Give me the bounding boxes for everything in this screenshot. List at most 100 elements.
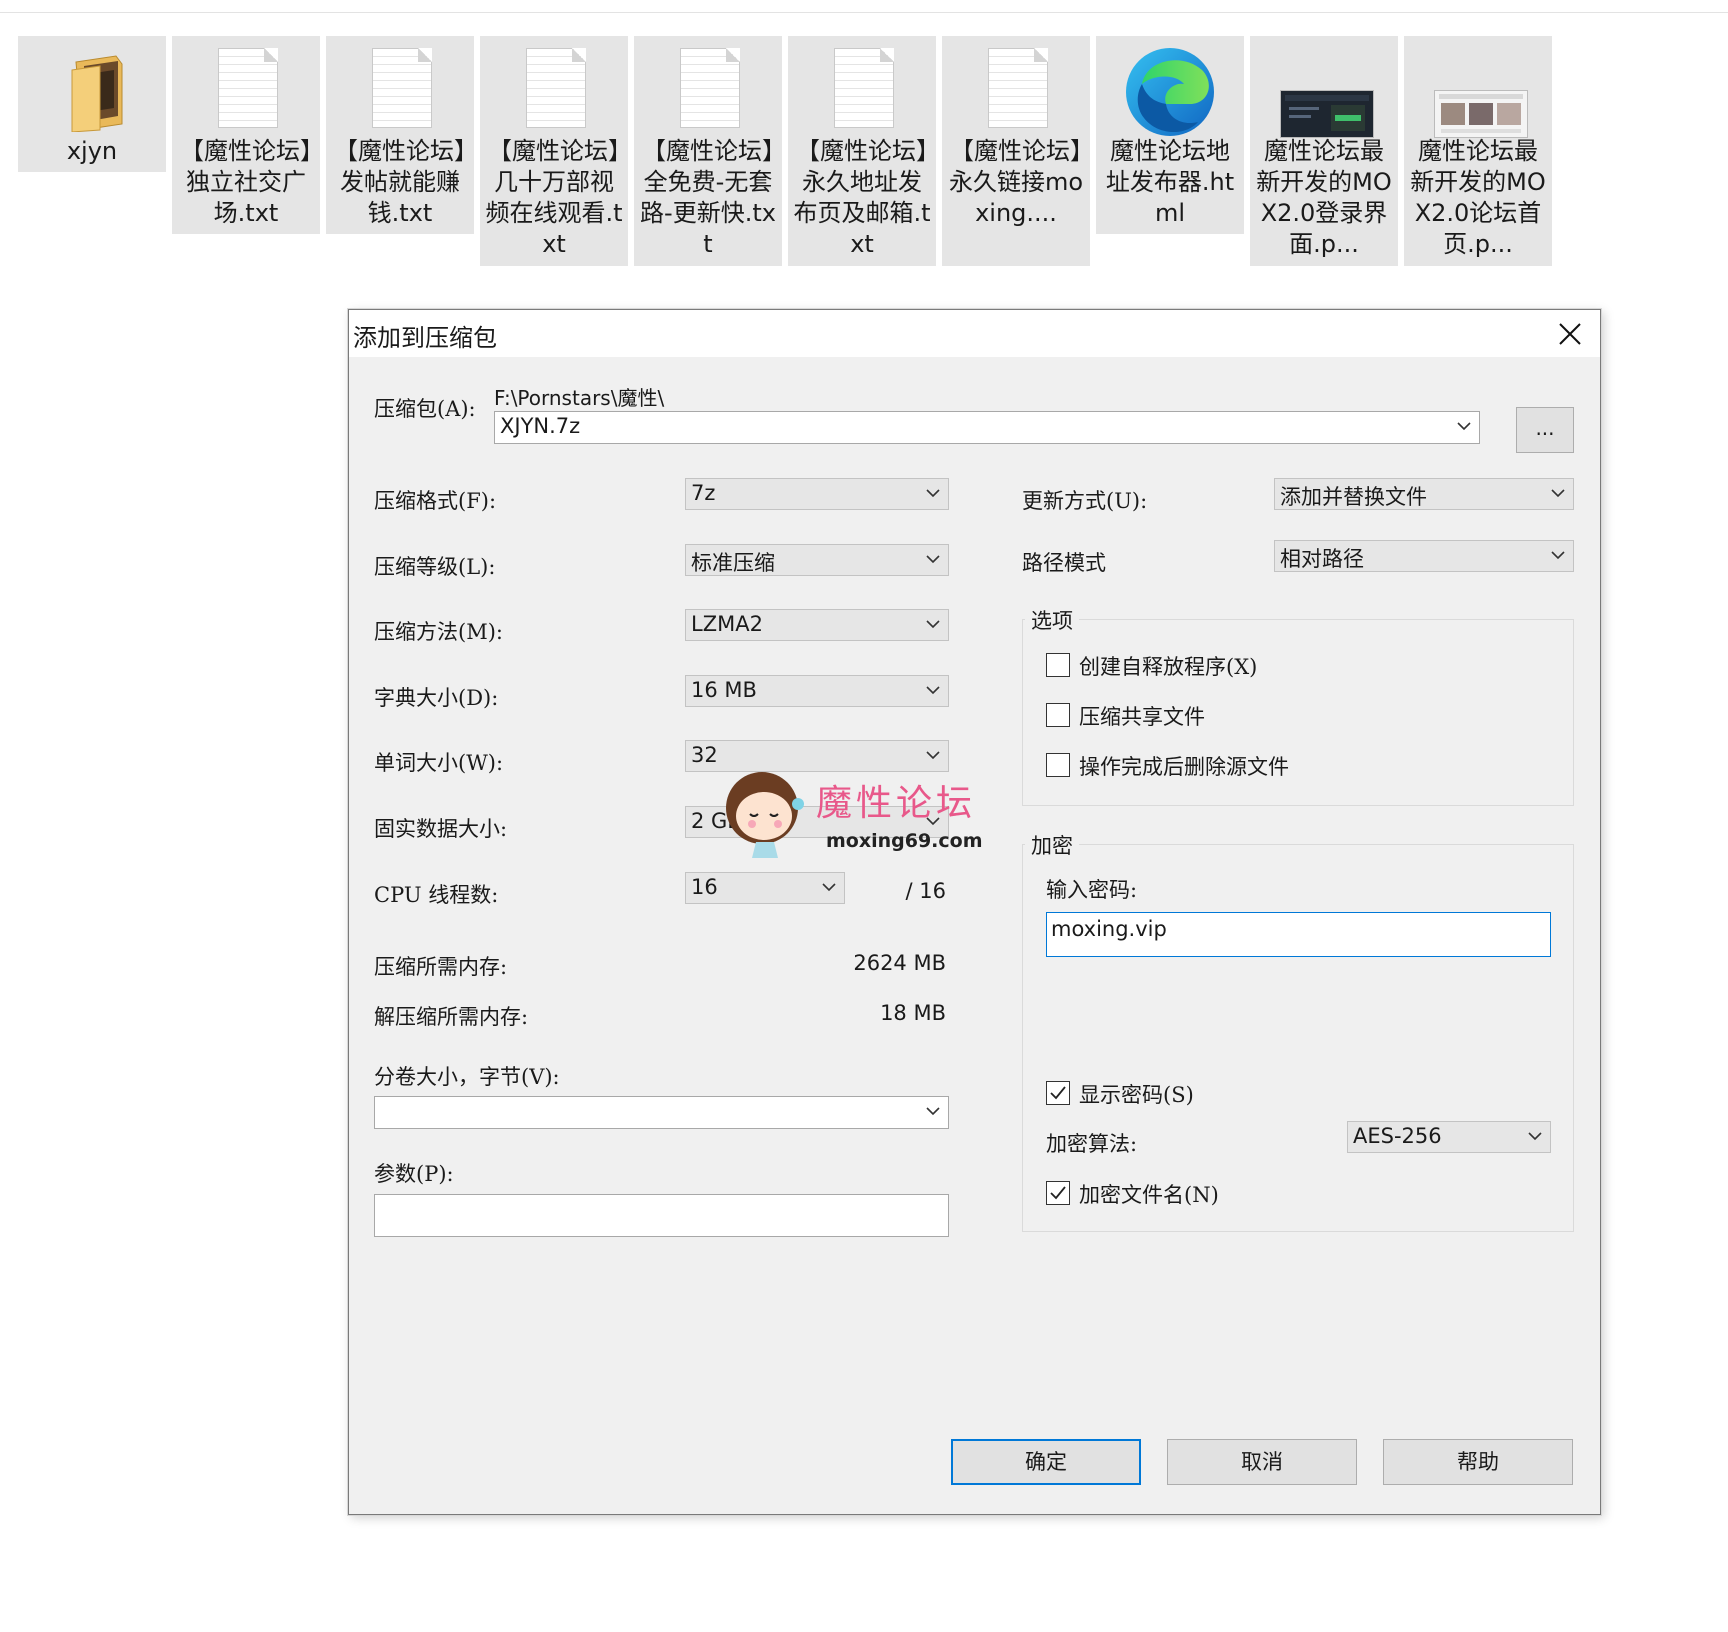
file-name: 【魔性论坛】全免费-无套路-更新快.txt: [640, 137, 776, 258]
text-file-icon: [680, 48, 740, 128]
update-label: 更新方式(U):: [1022, 489, 1148, 513]
file-item-txt[interactable]: 【魔性论坛】永久地址发布页及邮箱.txt: [788, 36, 936, 266]
cpu-max: / 16: [905, 879, 946, 903]
params-input[interactable]: [374, 1194, 949, 1237]
file-item-txt[interactable]: 【魔性论坛】独立社交广场.txt: [172, 36, 320, 234]
chevron-down-icon: [926, 1107, 940, 1116]
chevron-down-icon: [1551, 551, 1565, 560]
ok-button[interactable]: 确定: [951, 1439, 1141, 1485]
chevron-down-icon: [926, 489, 940, 498]
close-button[interactable]: [1550, 314, 1590, 354]
dialog-titlebar[interactable]: 添加到压缩包: [349, 310, 1600, 357]
mem-decomp-value: 18 MB: [880, 1001, 946, 1025]
update-select[interactable]: 添加并替换文件: [1274, 478, 1574, 510]
watermark-mascot-icon: [726, 772, 804, 858]
watermark-text: 魔性论坛: [816, 783, 977, 824]
method-select[interactable]: LZMA2: [685, 609, 949, 641]
show-password-checkbox[interactable]: [1046, 1081, 1070, 1105]
cpu-value: 16: [691, 875, 718, 899]
dialog-title: 添加到压缩包: [353, 324, 497, 352]
chevron-down-icon: [1551, 489, 1565, 498]
encryption-group-label: 加密: [1025, 830, 1079, 860]
mem-comp-label: 压缩所需内存:: [374, 955, 508, 979]
file-name: 魔性论坛最新开发的MOX2.0登录界面.p...: [1256, 137, 1392, 258]
folder-icon: [71, 55, 123, 132]
image-thumbnail-icon: [1280, 90, 1374, 138]
path-mode-value: 相对路径: [1280, 547, 1364, 571]
level-label: 压缩等级(L):: [374, 555, 496, 579]
sfx-label: 创建自释放程序(X): [1079, 655, 1258, 679]
chevron-down-icon: [822, 883, 836, 892]
file-item-xjyn[interactable]: xjyn: [18, 36, 166, 172]
file-name: 【魔性论坛】发帖就能赚钱.txt: [334, 137, 466, 227]
file-item-html[interactable]: 魔性论坛地址发布器.html: [1096, 36, 1244, 234]
file-name: 【魔性论坛】永久链接moxing....: [948, 137, 1084, 227]
algo-label: 加密算法:: [1046, 1132, 1138, 1156]
file-item-image[interactable]: 魔性论坛最新开发的MOX2.0论坛首页.p...: [1404, 36, 1552, 266]
solid-label: 固实数据大小:: [374, 817, 508, 841]
level-select[interactable]: 标准压缩: [685, 544, 949, 576]
text-file-icon: [834, 48, 894, 128]
file-item-txt[interactable]: 【魔性论坛】几十万部视频在线观看.txt: [480, 36, 628, 266]
algo-select[interactable]: AES-256: [1347, 1121, 1551, 1153]
checkmark-icon: [1050, 1086, 1066, 1100]
password-input[interactable]: moxing.vip: [1046, 912, 1551, 957]
cpu-select[interactable]: 16: [685, 872, 845, 904]
watermark-url: moxing69.com: [826, 830, 983, 852]
file-item-txt[interactable]: 【魔性论坛】全免费-无套路-更新快.txt: [634, 36, 782, 266]
chevron-down-icon: [926, 686, 940, 695]
shared-checkbox[interactable]: [1046, 703, 1070, 727]
encrypt-names-label: 加密文件名(N): [1079, 1183, 1219, 1207]
path-mode-label: 路径模式: [1022, 551, 1106, 575]
params-label: 参数(P):: [374, 1162, 454, 1186]
text-file-icon: [218, 48, 278, 128]
dict-select[interactable]: 16 MB: [685, 675, 949, 707]
help-button[interactable]: 帮助: [1383, 1439, 1573, 1485]
browse-button[interactable]: ...: [1516, 407, 1574, 453]
text-file-icon: [988, 48, 1048, 128]
method-value: LZMA2: [691, 612, 763, 636]
show-password-label: 显示密码(S): [1079, 1083, 1194, 1107]
method-label: 压缩方法(M):: [374, 620, 503, 644]
delete-source-checkbox[interactable]: [1046, 753, 1070, 777]
mem-comp-value: 2624 MB: [853, 951, 946, 975]
file-item-txt[interactable]: 【魔性论坛】发帖就能赚钱.txt: [326, 36, 474, 234]
archive-label: 压缩包(A):: [374, 397, 476, 421]
options-group-label: 选项: [1025, 605, 1079, 635]
file-item-txt[interactable]: 【魔性论坛】永久链接moxing....: [942, 36, 1090, 266]
file-name: 【魔性论坛】永久地址发布页及邮箱.txt: [793, 137, 931, 258]
archive-name-value: XJYN.7z: [500, 414, 581, 438]
archive-name-combobox[interactable]: XJYN.7z: [494, 411, 1480, 444]
word-value: 32: [691, 743, 718, 767]
path-mode-select[interactable]: 相对路径: [1274, 540, 1574, 572]
sfx-checkbox[interactable]: [1046, 653, 1070, 677]
chevron-down-icon: [1528, 1132, 1542, 1141]
level-value: 标准压缩: [691, 551, 775, 575]
image-thumbnail-icon: [1434, 90, 1528, 138]
text-file-icon: [372, 48, 432, 128]
password-label: 输入密码:: [1046, 878, 1138, 902]
text-file-icon: [526, 48, 586, 128]
dict-label: 字典大小(D):: [374, 686, 499, 710]
close-icon: [1559, 323, 1581, 345]
file-name: xjyn: [66, 137, 118, 165]
file-name: 魔性论坛最新开发的MOX2.0论坛首页.p...: [1410, 137, 1546, 258]
dict-value: 16 MB: [691, 678, 757, 702]
chevron-down-icon: [1457, 422, 1471, 431]
add-to-archive-dialog: 添加到压缩包 压缩包(A): F:\Pornstars\魔性\ XJYN.7z …: [348, 309, 1601, 1515]
edge-browser-icon: [1126, 48, 1214, 136]
archive-path: F:\Pornstars\魔性\: [494, 386, 665, 410]
watermark: 魔性论坛 moxing69.com: [720, 764, 990, 860]
password-value: moxing.vip: [1051, 917, 1167, 941]
update-value: 添加并替换文件: [1280, 485, 1427, 509]
cancel-button[interactable]: 取消: [1167, 1439, 1357, 1485]
chevron-down-icon: [926, 620, 940, 629]
volume-label: 分卷大小，字节(V):: [374, 1065, 560, 1089]
volume-combobox[interactable]: [374, 1096, 949, 1129]
file-name: 魔性论坛地址发布器.html: [1105, 137, 1235, 227]
shared-label: 压缩共享文件: [1079, 705, 1205, 729]
file-icon-grid: xjyn 【魔性论坛】独立社交广场.txt 【魔性论坛】发帖就能赚钱.txt 【…: [18, 36, 1558, 268]
file-item-image[interactable]: 魔性论坛最新开发的MOX2.0登录界面.p...: [1250, 36, 1398, 266]
encrypt-names-checkbox[interactable]: [1046, 1181, 1070, 1205]
format-select[interactable]: 7z: [685, 478, 949, 510]
